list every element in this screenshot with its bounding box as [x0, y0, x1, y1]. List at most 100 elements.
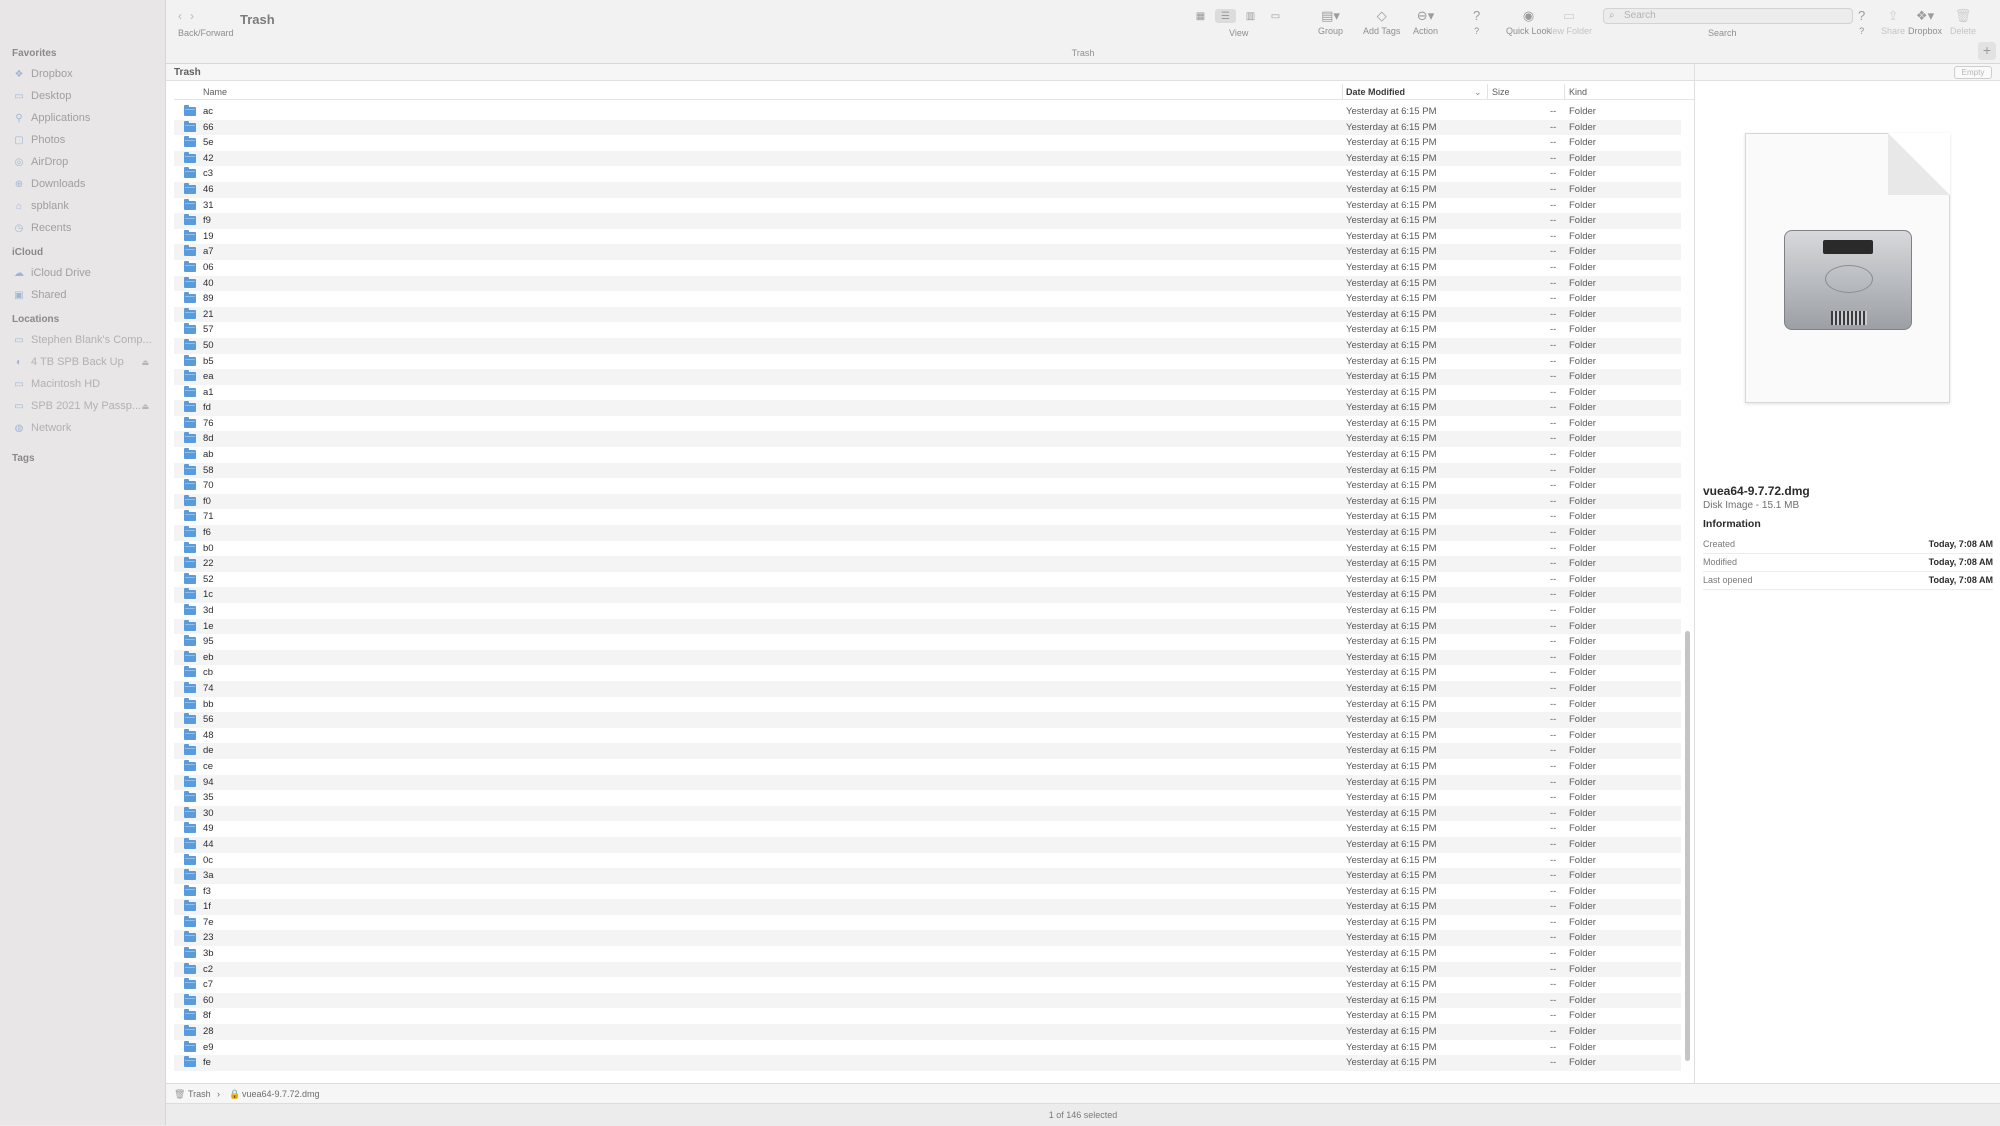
- table-row[interactable]: b5 Yesterday at 6:15 PM -- Folder: [174, 354, 1681, 370]
- sidebar-item[interactable]: ◐ 4 TB SPB Back Up ⏏: [0, 351, 165, 373]
- sidebar-item[interactable]: ▭ Stephen Blank's Comp...: [0, 329, 165, 351]
- table-row[interactable]: 89 Yesterday at 6:15 PM -- Folder: [174, 291, 1681, 307]
- table-row[interactable]: eb Yesterday at 6:15 PM -- Folder: [174, 649, 1681, 666]
- eject-icon[interactable]: ⏏: [141, 402, 149, 411]
- sidebar-item[interactable]: ◷ Recents: [0, 217, 165, 239]
- table-row[interactable]: bb Yesterday at 6:15 PM -- Folder: [174, 697, 1681, 713]
- add-tags-button[interactable]: ◇ Add Tags: [1363, 8, 1400, 36]
- sort-chevron-icon[interactable]: ⌄: [1474, 87, 1482, 98]
- table-row[interactable]: c3 Yesterday at 6:15 PM -- Folder: [174, 166, 1681, 182]
- table-row[interactable]: 52 Yesterday at 6:15 PM -- Folder: [174, 572, 1681, 588]
- table-row[interactable]: 76 Yesterday at 6:15 PM -- Folder: [174, 416, 1681, 432]
- sidebar-item[interactable]: ◎ AirDrop: [0, 151, 165, 173]
- column-header-kind[interactable]: Kind: [1569, 87, 1587, 97]
- back-icon[interactable]: ‹: [178, 9, 190, 23]
- table-row[interactable]: c7 Yesterday at 6:15 PM -- Folder: [174, 977, 1681, 993]
- table-row[interactable]: 42 Yesterday at 6:15 PM -- Folder: [174, 150, 1681, 167]
- column-header-name[interactable]: Name: [203, 87, 227, 97]
- table-row[interactable]: 48 Yesterday at 6:15 PM -- Folder: [174, 728, 1681, 744]
- table-row[interactable]: 40 Yesterday at 6:15 PM -- Folder: [174, 275, 1681, 292]
- table-row[interactable]: 22 Yesterday at 6:15 PM -- Folder: [174, 556, 1681, 572]
- quick-look-button[interactable]: ◉ Quick Look: [1506, 8, 1551, 36]
- table-row[interactable]: 3d Yesterday at 6:15 PM -- Folder: [174, 603, 1681, 619]
- table-row[interactable]: 06 Yesterday at 6:15 PM -- Folder: [174, 260, 1681, 276]
- table-row[interactable]: b0 Yesterday at 6:15 PM -- Folder: [174, 541, 1681, 557]
- table-row[interactable]: 57 Yesterday at 6:15 PM -- Folder: [174, 322, 1681, 338]
- group-button[interactable]: ▤▾ Group: [1318, 8, 1343, 36]
- table-row[interactable]: 66 Yesterday at 6:15 PM -- Folder: [174, 119, 1681, 136]
- path-file[interactable]: vuea64-9.7.72.dmg: [242, 1089, 320, 1099]
- sidebar-item[interactable]: ▭ SPB 2021 My Passp... ⏏: [0, 395, 165, 417]
- column-header-size[interactable]: Size: [1492, 87, 1510, 97]
- table-row[interactable]: 23 Yesterday at 6:15 PM -- Folder: [174, 930, 1681, 947]
- table-row[interactable]: e9 Yesterday at 6:15 PM -- Folder: [174, 1040, 1681, 1056]
- sidebar-item[interactable]: ❖ Dropbox: [0, 63, 165, 85]
- table-row[interactable]: 50 Yesterday at 6:15 PM -- Folder: [174, 337, 1681, 354]
- dropbox-button[interactable]: ❖▾ Dropbox: [1908, 8, 1942, 36]
- table-row[interactable]: f0 Yesterday at 6:15 PM -- Folder: [174, 493, 1681, 510]
- table-row[interactable]: f6 Yesterday at 6:15 PM -- Folder: [174, 525, 1681, 541]
- table-row[interactable]: 28 Yesterday at 6:15 PM -- Folder: [174, 1024, 1681, 1040]
- table-row[interactable]: 7e Yesterday at 6:15 PM -- Folder: [174, 915, 1681, 931]
- table-row[interactable]: 1e Yesterday at 6:15 PM -- Folder: [174, 618, 1681, 635]
- table-row[interactable]: 46 Yesterday at 6:15 PM -- Folder: [174, 181, 1681, 198]
- column-separator[interactable]: [1564, 84, 1565, 100]
- sidebar-item[interactable]: ▢ Photos: [0, 129, 165, 151]
- table-row[interactable]: 70 Yesterday at 6:15 PM -- Folder: [174, 478, 1681, 494]
- list-view-icon[interactable]: ☰: [1215, 9, 1236, 23]
- table-row[interactable]: 58 Yesterday at 6:15 PM -- Folder: [174, 462, 1681, 479]
- table-row[interactable]: 60 Yesterday at 6:15 PM -- Folder: [174, 992, 1681, 1009]
- table-row[interactable]: 3b Yesterday at 6:15 PM -- Folder: [174, 946, 1681, 962]
- table-row[interactable]: fd Yesterday at 6:15 PM -- Folder: [174, 400, 1681, 416]
- sidebar-item[interactable]: ▣ Shared: [0, 284, 165, 306]
- table-row[interactable]: a1 Yesterday at 6:15 PM -- Folder: [174, 385, 1681, 401]
- back-forward-buttons[interactable]: ‹›: [178, 9, 202, 23]
- view-switcher[interactable]: ▦ ☰ ▥ ▭: [1190, 9, 1286, 23]
- table-row[interactable]: 3a Yesterday at 6:15 PM -- Folder: [174, 868, 1681, 884]
- table-row[interactable]: f3 Yesterday at 6:15 PM -- Folder: [174, 884, 1681, 900]
- help-button-2[interactable]: ? ?: [1858, 8, 1865, 36]
- table-row[interactable]: 44 Yesterday at 6:15 PM -- Folder: [174, 836, 1681, 853]
- sidebar-item[interactable]: ▭ Desktop: [0, 85, 165, 107]
- sidebar-item[interactable]: ⚲ Applications: [0, 107, 165, 129]
- table-row[interactable]: fe Yesterday at 6:15 PM -- Folder: [174, 1055, 1681, 1071]
- table-row[interactable]: 30 Yesterday at 6:15 PM -- Folder: [174, 805, 1681, 822]
- add-tab-button[interactable]: +: [1978, 42, 1996, 60]
- table-row[interactable]: c2 Yesterday at 6:15 PM -- Folder: [174, 961, 1681, 978]
- action-button[interactable]: ⊖▾ Action: [1413, 8, 1438, 36]
- table-row[interactable]: f9 Yesterday at 6:15 PM -- Folder: [174, 213, 1681, 229]
- table-row[interactable]: 8f Yesterday at 6:15 PM -- Folder: [174, 1008, 1681, 1024]
- sidebar-item[interactable]: ⌂ spblank: [0, 195, 165, 217]
- search-field[interactable]: ⌕ Search: [1603, 8, 1853, 24]
- table-row[interactable]: ce Yesterday at 6:15 PM -- Folder: [174, 759, 1681, 775]
- table-row[interactable]: ab Yesterday at 6:15 PM -- Folder: [174, 447, 1681, 463]
- column-separator[interactable]: [1342, 84, 1343, 100]
- table-row[interactable]: cb Yesterday at 6:15 PM -- Folder: [174, 665, 1681, 681]
- gallery-view-icon[interactable]: ▭: [1265, 9, 1286, 23]
- table-row[interactable]: 71 Yesterday at 6:15 PM -- Folder: [174, 509, 1681, 525]
- new-folder-button[interactable]: ▭ New Folder: [1546, 8, 1592, 36]
- eject-icon[interactable]: ⏏: [141, 358, 149, 367]
- table-row[interactable]: 19 Yesterday at 6:15 PM -- Folder: [174, 229, 1681, 245]
- table-row[interactable]: 74 Yesterday at 6:15 PM -- Folder: [174, 680, 1681, 697]
- column-separator[interactable]: [1487, 84, 1488, 100]
- sidebar-item[interactable]: ◍ Network: [0, 417, 165, 439]
- table-row[interactable]: de Yesterday at 6:15 PM -- Folder: [174, 743, 1681, 759]
- path-root[interactable]: Trash: [188, 1089, 211, 1099]
- table-row[interactable]: 95 Yesterday at 6:15 PM -- Folder: [174, 634, 1681, 650]
- sidebar-item[interactable]: ▭ Macintosh HD: [0, 373, 165, 395]
- table-row[interactable]: ac Yesterday at 6:15 PM -- Folder: [174, 104, 1681, 120]
- column-header-date[interactable]: Date Modified: [1346, 87, 1405, 97]
- delete-button[interactable]: 🗑 Delete: [1950, 8, 1976, 36]
- table-row[interactable]: 35 Yesterday at 6:15 PM -- Folder: [174, 790, 1681, 806]
- table-row[interactable]: 21 Yesterday at 6:15 PM -- Folder: [174, 306, 1681, 323]
- table-row[interactable]: 0c Yesterday at 6:15 PM -- Folder: [174, 853, 1681, 869]
- table-row[interactable]: a7 Yesterday at 6:15 PM -- Folder: [174, 244, 1681, 260]
- scrollbar-thumb[interactable]: [1685, 631, 1690, 1061]
- forward-icon[interactable]: ›: [190, 9, 202, 23]
- table-row[interactable]: 94 Yesterday at 6:15 PM -- Folder: [174, 774, 1681, 791]
- sidebar-item[interactable]: ☁ iCloud Drive: [0, 262, 165, 284]
- empty-trash-button[interactable]: Empty: [1954, 66, 1992, 79]
- table-row[interactable]: 31 Yesterday at 6:15 PM -- Folder: [174, 198, 1681, 214]
- table-row[interactable]: 5e Yesterday at 6:15 PM -- Folder: [174, 135, 1681, 151]
